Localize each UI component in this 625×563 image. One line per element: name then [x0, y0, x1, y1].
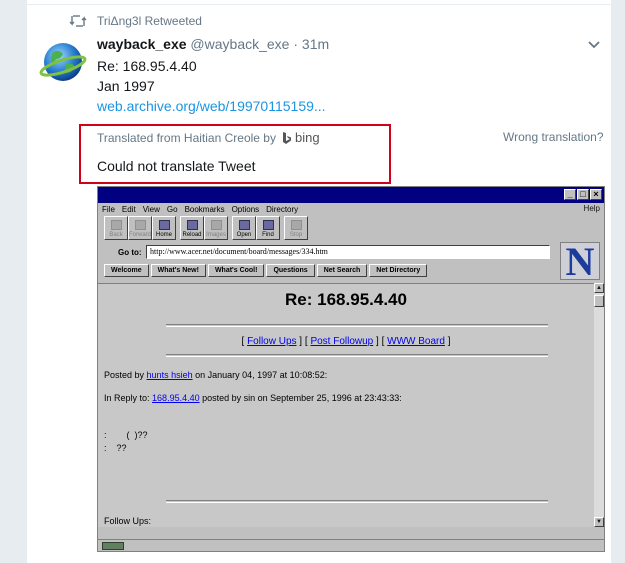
message-body-line: : ??: [104, 443, 127, 453]
divider: [166, 324, 548, 327]
scroll-up-icon: ▲: [594, 283, 604, 293]
directory-button: Welcome: [104, 264, 149, 277]
poster-link: hunts hsieh: [146, 370, 193, 380]
security-key-icon: [102, 542, 124, 550]
tweet-card[interactable]: TriΔng3l Retweeted wayback_exe @wayback_…: [26, 0, 613, 563]
directory-button: Net Directory: [369, 264, 428, 277]
timestamp[interactable]: 31m: [302, 36, 329, 52]
forward-button: Forward: [128, 216, 152, 240]
follow-ups-link: Follow Ups: [247, 336, 297, 347]
vertical-scrollbar: ▲ ▼: [594, 283, 604, 527]
divider: [27, 4, 613, 5]
stop-icon: [291, 220, 302, 230]
find-icon: [263, 220, 274, 230]
images-icon: [211, 220, 222, 230]
stop-button: Stop: [284, 216, 308, 240]
horizontal-scrollbar: [98, 527, 604, 537]
posted-by-line: Posted by hunts hsieh on January 04, 199…: [104, 370, 328, 380]
directory-button: What's Cool!: [207, 264, 265, 277]
menu-item: Bookmarks: [184, 204, 225, 214]
home-icon: [159, 220, 170, 230]
reload-button: Reload: [180, 216, 204, 240]
chevron-down-icon[interactable]: [587, 40, 601, 50]
bing-icon: [282, 131, 291, 144]
forward-icon: [135, 220, 146, 230]
menu-item: Edit: [121, 204, 136, 214]
post-followup-link: Post Followup: [310, 336, 374, 347]
page-content: Re: 168.95.4.40 [ Follow Ups ] [ Post Fo…: [98, 283, 594, 527]
menu-item: View: [142, 204, 160, 214]
separator: ·: [293, 36, 299, 52]
translation-result: Could not translate Tweet: [97, 158, 256, 174]
back-button: Back: [104, 216, 128, 240]
author-handle[interactable]: @wayback_exe: [190, 36, 289, 52]
images-button: Images: [204, 216, 228, 240]
url-field: http://www.acer.net/document/board/messa…: [146, 245, 550, 259]
menu-item: Options: [231, 204, 260, 214]
home-button: Home: [152, 216, 176, 240]
bing-label: bing: [294, 130, 320, 145]
media-image[interactable]: _ □ × File Edit View Go Bookmarks Option…: [97, 186, 605, 552]
menu-item: Directory: [266, 204, 299, 214]
translation-source: Translated from Haitian Creole by bing: [97, 130, 320, 145]
reload-icon: [187, 220, 198, 230]
directory-button: Net Search: [316, 264, 368, 277]
open-button: Open: [232, 216, 256, 240]
bing-logo[interactable]: bing: [282, 130, 320, 145]
netscape-logo: N: [560, 242, 600, 280]
open-icon: [239, 220, 250, 230]
scroll-thumb: [594, 295, 604, 307]
window-titlebar: [98, 187, 604, 203]
retweet-label[interactable]: TriΔng3l Retweeted: [97, 14, 202, 28]
follow-ups-heading: Follow Ups:: [104, 516, 152, 526]
back-icon: [111, 220, 122, 230]
goto-label: Go to:: [118, 248, 142, 257]
browser-toolbar: Back Forward Home Reload Images Open Fin…: [104, 216, 308, 240]
maximize-icon: □: [577, 189, 589, 200]
scroll-down-icon: ▼: [594, 517, 604, 527]
wrong-translation-link[interactable]: Wrong translation?: [503, 130, 604, 144]
reply-to-line: In Reply to: 168.95.4.40 posted by sin o…: [104, 393, 402, 403]
close-icon: ×: [590, 189, 602, 200]
retweet-context[interactable]: TriΔng3l Retweeted: [69, 14, 202, 28]
divider: [166, 354, 548, 357]
menu-item: Go: [166, 204, 178, 214]
tweet-link[interactable]: web.archive.org/web/19970115159...: [97, 98, 326, 114]
find-button: Find: [256, 216, 280, 240]
board-links: [ Follow Ups ] [ Post Followup ] [ WWW B…: [241, 336, 451, 347]
avatar[interactable]: [39, 38, 87, 86]
directory-buttons: Welcome What's New! What's Cool! Questio…: [104, 264, 428, 277]
menu-item: File: [102, 204, 115, 214]
translation-label: Translated from Haitian Creole by: [97, 130, 276, 145]
tweet-header: wayback_exe @wayback_exe · 31m: [97, 36, 329, 52]
menu-item-help: Help: [583, 204, 600, 213]
reply-link: 168.95.4.40: [152, 393, 200, 403]
divider: [166, 500, 548, 503]
window-controls: _ □ ×: [564, 189, 602, 200]
page-title: Re: 168.95.4.40: [285, 290, 407, 309]
status-bar: [98, 539, 604, 551]
tweet-text-line: Jan 1997: [97, 78, 155, 94]
www-board-link: WWW Board: [387, 336, 445, 347]
minimize-icon: _: [564, 189, 576, 200]
directory-button: What's New!: [150, 264, 206, 277]
directory-button: Questions: [266, 264, 315, 277]
message-body-line: : ( )??: [104, 430, 148, 440]
tweet-text-line: Re: 168.95.4.40: [97, 58, 197, 74]
menu-bar: File Edit View Go Bookmarks Options Dire…: [98, 203, 604, 215]
author-name[interactable]: wayback_exe: [97, 36, 187, 52]
retweet-icon: [69, 15, 87, 27]
